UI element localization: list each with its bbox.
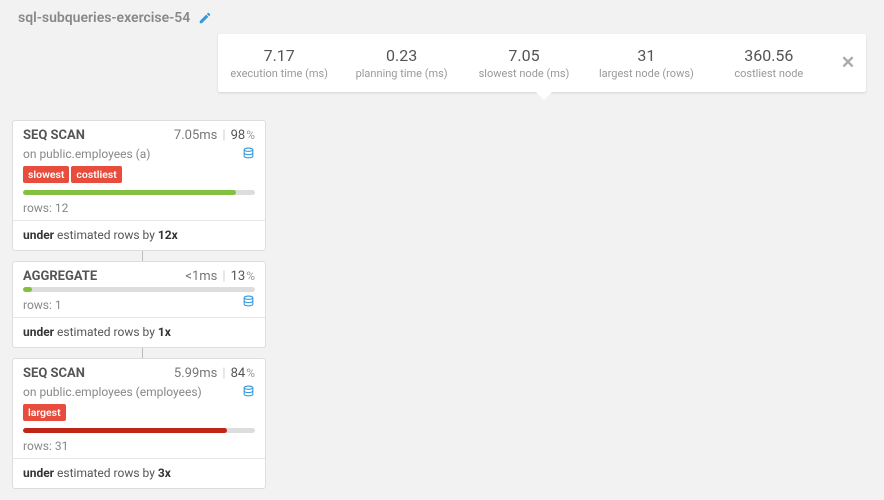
plan-node[interactable]: SEQ SCAN5.99ms|84 %on public.employees (… <box>12 358 266 489</box>
node-header: SEQ SCAN5.99ms|84 % <box>13 359 265 384</box>
node-name: SEQ SCAN <box>23 128 174 143</box>
database-icon <box>242 294 255 309</box>
node-estimate: under estimated rows by 3x <box>13 459 265 488</box>
stat-1[interactable]: 0.23 planning time (ms) <box>340 36 462 90</box>
tag-costliest: costliest <box>71 166 121 183</box>
node-percent: 84 <box>231 366 246 381</box>
tag-slowest: slowest <box>23 166 69 183</box>
node-name: AGGREGATE <box>23 269 185 284</box>
node-duration: <1ms <box>185 269 217 284</box>
stat-value: 0.23 <box>344 46 458 65</box>
stat-label: execution time (ms) <box>222 67 336 80</box>
plan-tree: SEQ SCAN7.05ms|98 %on public.employees (… <box>0 120 884 489</box>
stat-4[interactable]: 360.56 costliest node <box>708 36 830 90</box>
node-duration: 5.99ms <box>174 366 217 381</box>
edit-icon[interactable] <box>198 10 212 26</box>
page-title: sql-subqueries-exercise-54 <box>18 10 190 26</box>
node-header: SEQ SCAN7.05ms|98 % <box>13 121 265 146</box>
stat-value: 7.17 <box>222 46 336 65</box>
stat-label: planning time (ms) <box>344 67 458 80</box>
close-icon[interactable]: ✕ <box>830 53 866 73</box>
node-relation: on public.employees (a) <box>13 146 265 166</box>
page-title-bar: sql-subqueries-exercise-54 <box>0 0 884 34</box>
node-estimate: under estimated rows by 12x <box>13 221 265 250</box>
node-rows: rows: 31 <box>13 433 265 458</box>
stat-0[interactable]: 7.17 execution time (ms) <box>218 36 340 90</box>
node-relation: on public.employees (employees) <box>13 384 265 404</box>
node-rows: rows: 12 <box>13 195 265 220</box>
stat-3[interactable]: 31 largest node (rows) <box>585 36 707 90</box>
plan-node[interactable]: AGGREGATE<1ms|13 % rows: 1under estimated… <box>12 261 266 348</box>
node-percent: 13 <box>231 269 246 284</box>
node-rows: rows: 1 <box>13 292 265 317</box>
node-duration: 7.05ms <box>174 128 217 143</box>
stat-value: 31 <box>589 46 703 65</box>
stat-value: 360.56 <box>712 46 826 65</box>
plan-node[interactable]: SEQ SCAN7.05ms|98 %on public.employees (… <box>12 120 266 251</box>
node-bar <box>13 287 265 292</box>
node-estimate: under estimated rows by 1x <box>13 318 265 347</box>
node-percent: 98 <box>231 128 246 143</box>
node-header: AGGREGATE<1ms|13 % <box>13 262 265 287</box>
database-icon <box>242 146 255 161</box>
stat-2[interactable]: 7.05 slowest node (ms) <box>463 36 585 90</box>
node-tags: largest <box>13 404 265 428</box>
node-bar <box>13 190 265 195</box>
stat-value: 7.05 <box>467 46 581 65</box>
tag-largest: largest <box>23 404 66 421</box>
node-bar <box>13 428 265 433</box>
stats-bar: 7.17 execution time (ms) 0.23 planning time… <box>218 34 866 92</box>
stat-label: costliest node <box>712 67 826 80</box>
stat-label: slowest node (ms) <box>467 67 581 80</box>
node-name: SEQ SCAN <box>23 366 174 381</box>
database-icon <box>242 384 255 399</box>
node-tags: slowestcostliest <box>13 166 265 190</box>
stat-label: largest node (rows) <box>589 67 703 80</box>
